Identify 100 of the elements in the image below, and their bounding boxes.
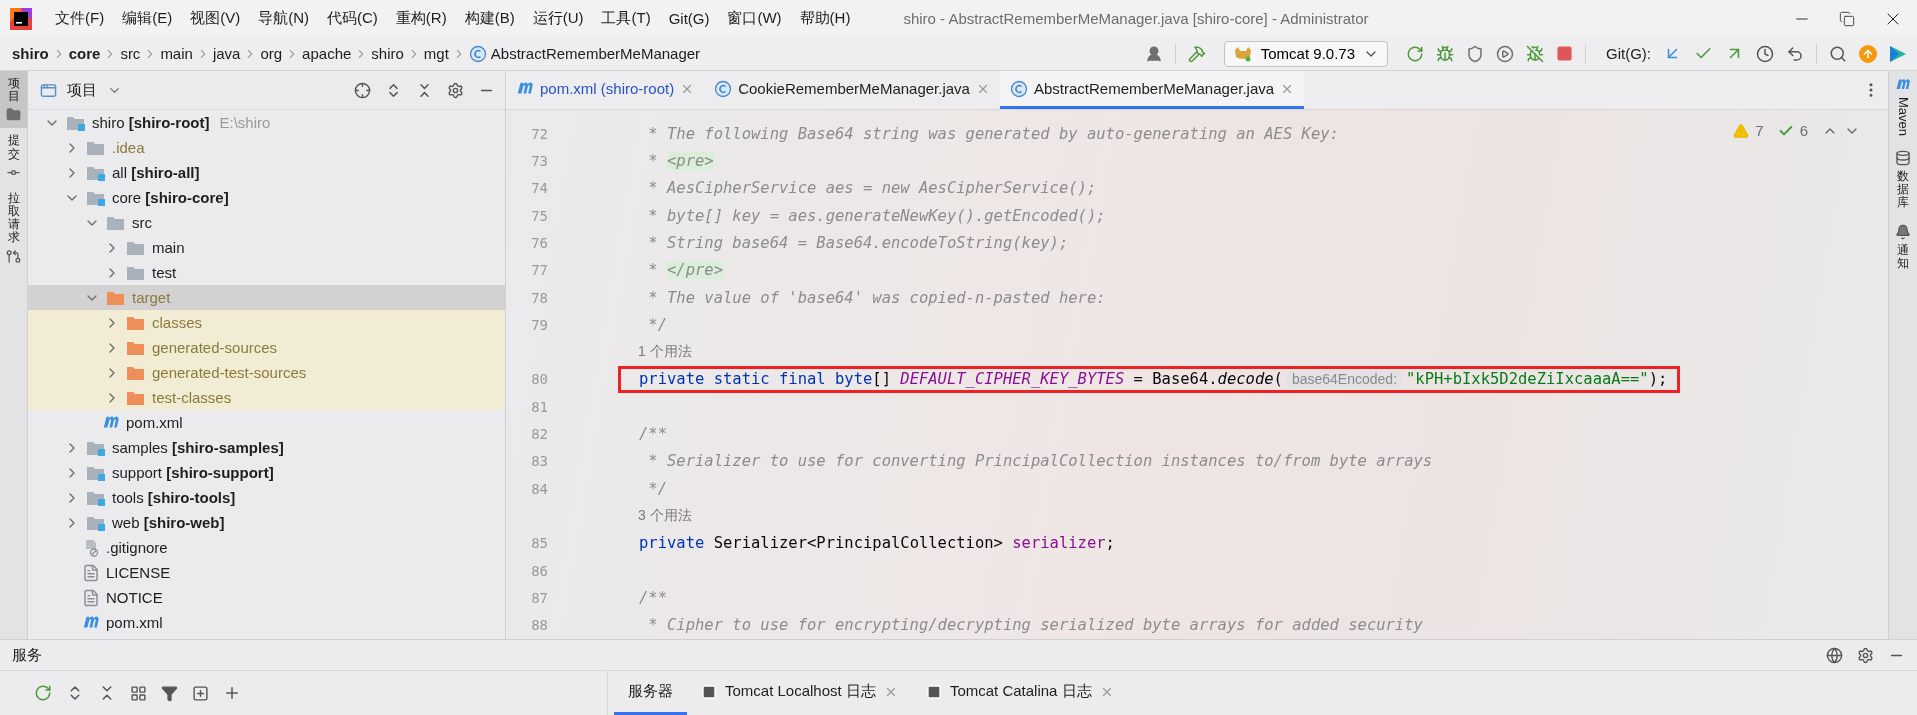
line-number: 87 [530,589,548,606]
usage-hint[interactable]: 1 个用法 [638,343,692,362]
usage-hint[interactable]: 3 个用法 [638,507,692,526]
stop-icon[interactable] [1556,45,1573,62]
line-number: 78 [530,289,548,306]
code-text: * </pre> [647,261,723,280]
panel-tab[interactable]: Tomcat Localhost 日志 [687,671,912,715]
line-number: 81 [530,398,548,415]
attach-debugger-icon[interactable] [1526,44,1544,63]
weak-warning-count: 6 [1799,122,1808,139]
tool-window-tab[interactable]: 提交 [0,128,27,186]
tree-item-label: shiro [shiro-root] [92,114,210,131]
code-text: * String base64 = Base64.encodeToString(key); [647,233,1069,252]
breadcrumb-item[interactable]: org [260,45,283,62]
line-number: 77 [530,262,548,279]
tree-item[interactable]: web [shiro-web] [28,510,505,535]
tree-item[interactable]: all [shiro-all] [28,160,505,185]
locate-icon[interactable] [354,81,371,99]
tree-item[interactable]: .idea [28,135,505,160]
tree-item[interactable]: test [28,260,505,285]
tree-item[interactable]: tools [shiro-tools] [28,485,505,510]
tree-item[interactable]: NOTICE [28,585,505,610]
rollback-icon[interactable] [1786,44,1804,63]
tree-item[interactable]: samples [shiro-samples] [28,435,505,460]
panel-tab[interactable]: Tomcat Catalina 日志 [911,671,1128,715]
editor-tab[interactable]: pom.xml (shiro-root) [506,71,705,109]
profile-icon[interactable] [1496,44,1514,63]
shield-icon[interactable] [1466,44,1484,63]
menu-item[interactable]: 视图(V) [181,9,250,28]
plugin-logo-icon[interactable] [1889,44,1907,63]
rerun-icon[interactable] [1406,44,1424,63]
run-configuration-dropdown[interactable]: Tomcat 9.0.73 [1223,40,1388,67]
breadcrumb-item[interactable]: core [68,45,101,62]
history-icon[interactable] [1756,44,1774,63]
editor-tab[interactable]: CookieRememberMeManager.java [704,71,1000,109]
tree-item[interactable]: generated-test-sources [28,360,505,385]
rerun-icon[interactable] [34,684,52,702]
tree-item-label: all [shiro-all] [112,164,200,181]
user-icon[interactable] [1144,44,1163,63]
tree-item[interactable]: pom.xml [28,410,505,435]
line-number: 74 [530,180,548,197]
restore-icon[interactable] [1839,10,1855,27]
tree-item[interactable]: src [28,210,505,235]
tool-window-tab[interactable]: Maven [1895,77,1911,137]
menu-item[interactable]: 代码(C) [318,9,387,28]
tree-item[interactable]: generated-sources [28,335,505,360]
menu-item[interactable]: 运行(U) [523,9,593,28]
panel-title[interactable]: 项目 [67,80,97,100]
breadcrumb-item[interactable]: AbstractRememberMeManager [490,45,701,62]
tool-window-tab[interactable]: 项目 [0,71,27,129]
text-file-icon [82,588,100,607]
tree-item[interactable]: pom.xml [28,610,505,635]
menu-item[interactable]: Git(G) [659,10,719,27]
tree-item[interactable]: .gitignore [28,535,505,560]
tree-item[interactable]: support [shiro-support] [28,460,505,485]
menu-item[interactable]: 构建(B) [455,9,524,28]
breadcrumb-item[interactable]: shiro [371,45,404,62]
tree-item[interactable]: core [shiro-core] [28,185,505,210]
tree-item-label: generated-sources [152,339,278,356]
menu-item[interactable]: 工具(T) [592,9,660,28]
search-icon[interactable] [1829,44,1847,63]
panel-tab[interactable]: 服务器 [614,671,687,715]
add-group-icon[interactable] [192,684,209,702]
settings-icon[interactable] [447,81,464,99]
tree-item-label: test [152,264,177,281]
tool-window-tab[interactable]: 拉取请求 [0,185,27,270]
app-logo-icon [10,7,32,30]
bug-icon[interactable] [1436,44,1454,63]
class-icon [468,44,487,63]
tool-window-tab[interactable]: 通知 [1895,223,1911,270]
breadcrumb-item[interactable]: shiro [12,45,49,62]
add-icon[interactable] [223,684,241,702]
menu-item[interactable]: 重构(R) [386,9,456,28]
folder-icon [6,107,21,123]
tree-item[interactable]: classes [28,310,505,335]
tree-item[interactable]: LICENSE [28,560,505,585]
menu-item[interactable]: 帮助(H) [790,9,860,28]
menu-item[interactable]: 编辑(E) [113,9,182,28]
tree-item[interactable]: shiro [shiro-root] E:\shiro [28,110,505,135]
breadcrumb-item[interactable]: apache [302,45,352,62]
breadcrumb-item[interactable]: main [160,45,193,62]
menu-item[interactable]: 窗口(W) [718,9,791,28]
breadcrumb-item[interactable]: src [120,45,141,62]
code-text: private Serializer<PrincipalCollection> serializer; [639,534,1115,553]
filter-icon[interactable] [161,684,178,702]
tree-item[interactable]: test-classes [28,385,505,410]
editor-tab[interactable]: AbstractRememberMeManager.java [999,71,1305,109]
tool-window-tab[interactable]: 数据库 [1895,150,1911,210]
bell-icon [1895,223,1911,240]
globe-icon[interactable] [1826,646,1843,664]
menu-item[interactable]: 文件(F) [46,9,114,28]
breadcrumb-item[interactable]: java [212,45,241,62]
hammer-icon[interactable] [1187,44,1206,63]
tree-item[interactable]: main [28,235,505,260]
group-icon[interactable] [130,684,147,702]
parameter-hint: base64Encoded: [1286,370,1403,389]
code-text: private static final byte[] DEFAULT_CIPHER_KEY_BYTES = Base64.decode( [639,370,1283,389]
settings-icon[interactable] [1857,646,1874,664]
breadcrumb-item[interactable]: mgt [423,45,449,62]
menu-item[interactable]: 导航(N) [249,9,318,28]
